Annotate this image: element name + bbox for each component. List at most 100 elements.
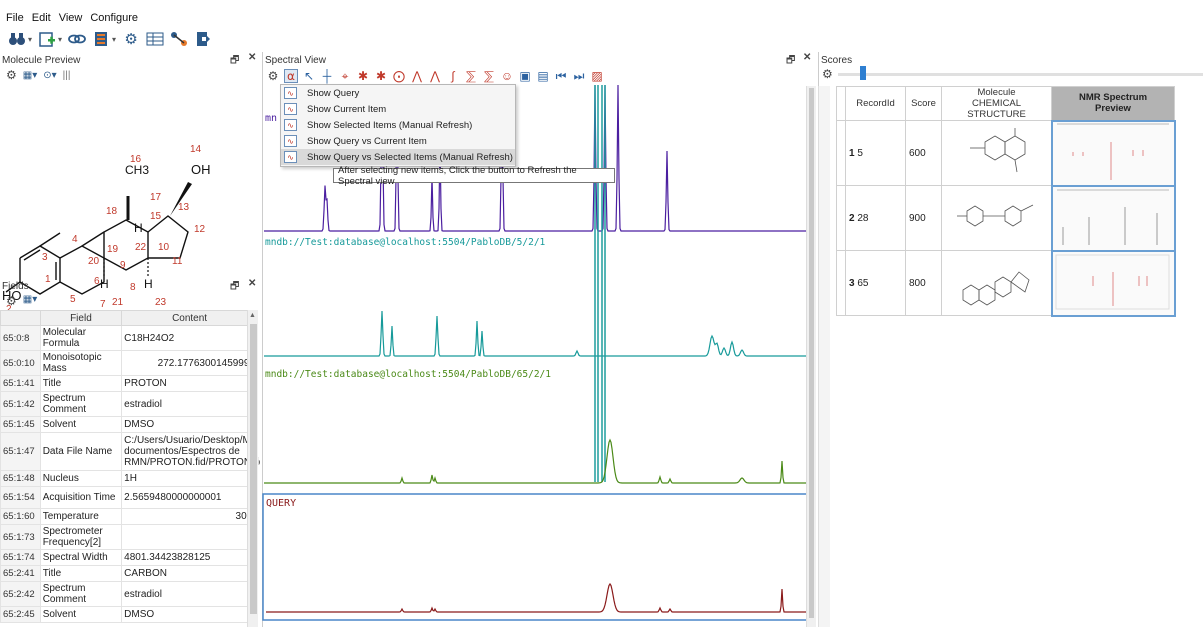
table-row[interactable]: 65:2:42 Spectrum Comment estradiol: [0, 581, 258, 607]
chevron-down-icon[interactable]: ▾: [58, 35, 62, 44]
pointer-icon[interactable]: ↖: [302, 69, 316, 83]
last-icon[interactable]: ⏭: [572, 69, 586, 83]
menu-edit[interactable]: Edit: [32, 12, 51, 24]
menu-item-query-vs-current[interactable]: ∿ Show Query vs Current Item: [281, 133, 515, 149]
peak-pick-icon[interactable]: ⌖: [338, 69, 352, 83]
zoom-in-icon[interactable]: ✱: [356, 69, 370, 83]
table-row[interactable]: 65:1:41 Title PROTON: [0, 375, 258, 392]
gear-icon[interactable]: ⚙: [266, 69, 280, 83]
table-row[interactable]: 65:1:45 Solvent DMSO: [0, 416, 258, 433]
link-icon[interactable]: [68, 30, 86, 48]
multi-peak-icon[interactable]: ⋀: [428, 69, 442, 83]
new-document-icon[interactable]: [38, 30, 56, 48]
gear-icon[interactable]: ⚙: [822, 67, 833, 81]
compare-icon[interactable]: ⅀: [464, 69, 478, 83]
gear-icon[interactable]: ⚙: [6, 68, 17, 82]
scrollbar-thumb[interactable]: [809, 88, 814, 618]
menu-file[interactable]: File: [6, 12, 24, 24]
table-row[interactable]: 65:2:41 Title CARBON: [0, 565, 258, 582]
table-row[interactable]: 65:1:47 Data File Name C:/Users/Usuario/De…: [0, 432, 260, 471]
spectral-scrollbar[interactable]: [806, 86, 816, 627]
molecule-icon[interactable]: [170, 30, 188, 48]
peak-icon[interactable]: ⋀: [410, 69, 424, 83]
nmr-preview-thumbnail[interactable]: [1050, 249, 1176, 317]
first-icon[interactable]: ⏮: [554, 69, 568, 83]
integral-icon[interactable]: ∫: [446, 69, 460, 83]
column-header-molecule[interactable]: Molecule CHEMICAL STRUCTURE: [941, 86, 1052, 121]
table-row[interactable]: 65:2:45 Solvent DMSO: [0, 606, 258, 623]
float-panel-icon[interactable]: 🗗: [230, 279, 239, 296]
display-mode-icon[interactable]: ⍺: [284, 69, 298, 83]
user-icon[interactable]: ☺: [500, 69, 514, 83]
database-icon[interactable]: [92, 30, 110, 48]
menu-view[interactable]: View: [59, 12, 83, 24]
nmr-preview-thumbnail[interactable]: [1050, 119, 1176, 187]
table-row[interactable]: 65:0:8 Molecular Formula C18H24O2: [0, 325, 258, 351]
table-icon[interactable]: [146, 30, 164, 48]
table-row[interactable]: 65:1:48 Nucleus 1H: [0, 470, 258, 487]
close-icon[interactable]: ✕: [248, 278, 256, 289]
field-content[interactable]: DMSO: [121, 416, 258, 433]
table-row[interactable]: 65:0:10 Monoisotopic Mass 272.177630014599…: [0, 350, 258, 376]
chevron-down-icon[interactable]: ▾: [28, 35, 32, 44]
scrollbar-thumb[interactable]: [250, 324, 257, 614]
exit-icon[interactable]: [194, 30, 212, 48]
column-header-record-id[interactable]: RecordId: [845, 86, 906, 121]
table-row[interactable]: 65:1:60 Temperature 30.0: [0, 508, 258, 525]
gear-icon[interactable]: ⚙: [6, 294, 17, 308]
menu-item-show-selected[interactable]: ∿ Show Selected Items (Manual Refresh): [281, 117, 515, 133]
binoculars-icon[interactable]: [8, 30, 26, 48]
grid-icon[interactable]: ▦▾: [23, 294, 37, 308]
field-content[interactable]: DMSO: [121, 606, 258, 623]
zoom-out-icon[interactable]: ✱: [374, 69, 388, 83]
field-content[interactable]: 30.0: [121, 508, 258, 525]
table-row[interactable]: 65:1:73 Spectrometer Frequency[2]: [0, 524, 258, 550]
field-content[interactable]: PROTON: [121, 375, 258, 392]
close-icon[interactable]: ✕: [248, 52, 256, 63]
overlay-icon[interactable]: ⅀: [482, 69, 496, 83]
table-row[interactable]: 65:1:74 Spectral Width 4801.34423828125: [0, 549, 258, 566]
table-row[interactable]: 65:1:42 Spectrum Comment estradiol: [0, 391, 258, 417]
spectrum-2: [264, 310, 810, 357]
field-content[interactable]: 272.17763001459997: [121, 350, 258, 376]
grid-icon[interactable]: ▦▾: [23, 70, 37, 81]
fields-scrollbar[interactable]: ▲: [247, 310, 258, 627]
field-content[interactable]: 4801.34423828125: [121, 549, 258, 566]
field-content[interactable]: 2.5659480000000001: [121, 486, 258, 509]
table-row[interactable]: 3 65 800: [836, 249, 1176, 317]
table-row[interactable]: 1 5 600: [836, 119, 1176, 187]
menu-item-show-current[interactable]: ∿ Show Current Item: [281, 101, 515, 117]
score-slider-track[interactable]: [838, 73, 1203, 76]
layout-icon[interactable]: ▣: [518, 69, 532, 83]
column-header-content[interactable]: Content: [121, 310, 258, 326]
table-row[interactable]: 65:1:54 Acquisition Time 2.565948000000000…: [0, 486, 258, 509]
export-image-icon[interactable]: ▨: [590, 69, 604, 83]
score-slider-thumb[interactable]: [860, 66, 866, 80]
column-header-score[interactable]: Score: [905, 86, 942, 121]
fit-icon[interactable]: ⨀: [392, 69, 406, 83]
nmr-preview-thumbnail[interactable]: [1050, 184, 1176, 252]
field-content[interactable]: estradiol: [121, 581, 258, 607]
view-icon[interactable]: ⊙▾: [43, 70, 56, 81]
settings-gear-icon[interactable]: ⚙: [122, 30, 140, 48]
field-content[interactable]: 1H: [121, 470, 258, 487]
field-content[interactable]: [121, 524, 258, 550]
crosshair-icon[interactable]: ┼: [320, 69, 334, 83]
close-icon[interactable]: ✕: [803, 52, 811, 63]
float-panel-icon[interactable]: 🗗: [230, 53, 239, 70]
field-content[interactable]: C:/Users/Usuario/Desktop/Mis documentos/…: [121, 432, 260, 471]
menu-item-show-query[interactable]: ∿ Show Query: [281, 85, 515, 101]
barcode-icon[interactable]: |||: [63, 70, 71, 81]
stack-icon[interactable]: ▤: [536, 69, 550, 83]
field-content[interactable]: CARBON: [121, 565, 258, 582]
column-header-field[interactable]: Field: [39, 310, 123, 326]
menu-configure[interactable]: Configure: [90, 12, 138, 24]
field-content[interactable]: estradiol: [121, 391, 258, 417]
menu-item-query-vs-selected[interactable]: ∿ Show Query vs Selected Items (Manual Re…: [281, 149, 515, 165]
query-frame[interactable]: [262, 493, 813, 621]
column-header-nmr-preview[interactable]: NMR Spectrum Preview: [1051, 86, 1175, 121]
field-content[interactable]: C18H24O2: [121, 325, 258, 351]
scores-scrollbar[interactable]: [818, 86, 830, 627]
table-row[interactable]: 2 28 900: [836, 184, 1176, 252]
chevron-down-icon[interactable]: ▾: [112, 35, 116, 44]
